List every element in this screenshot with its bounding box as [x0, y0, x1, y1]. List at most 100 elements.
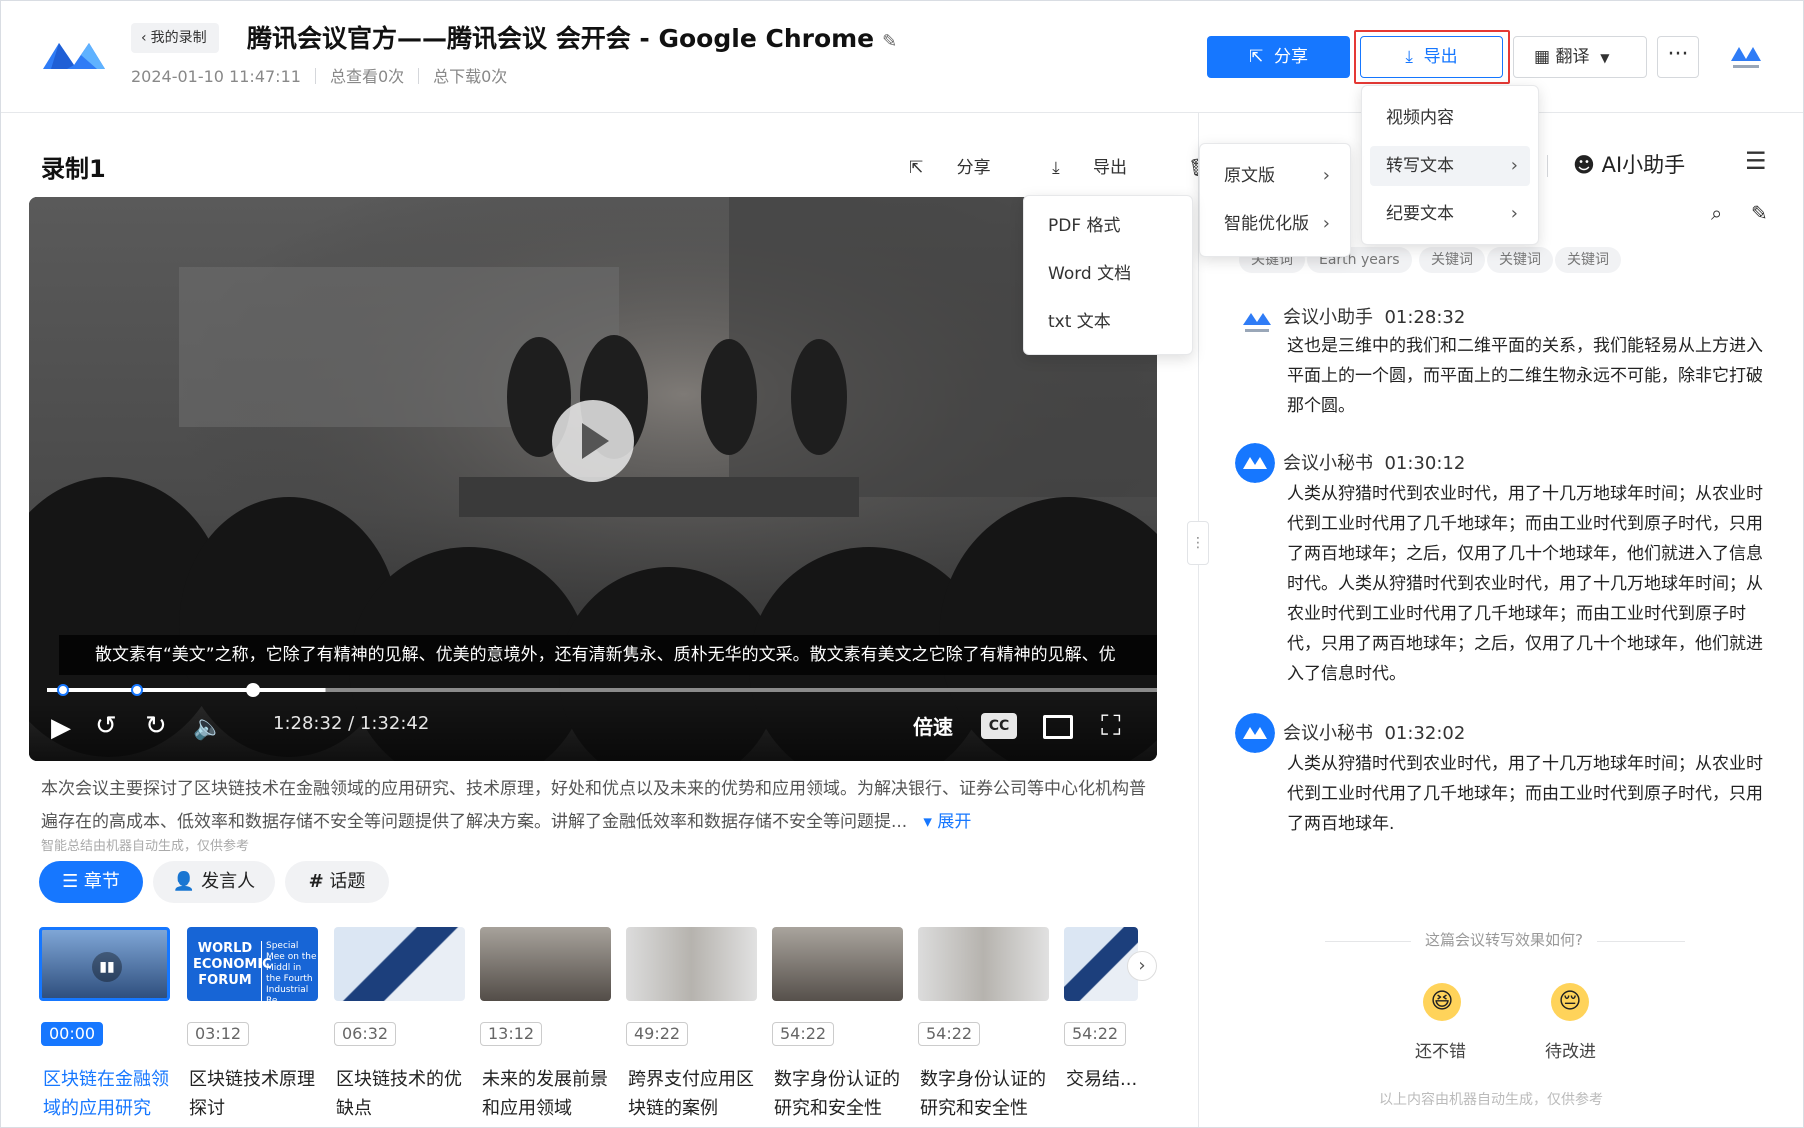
- share-text: 分享: [956, 158, 991, 178]
- chapter-thumb-2[interactable]: WORLD ECONOMIC FORUM Special Mee on the Mi…: [187, 927, 318, 1001]
- meta-divider: [314, 68, 316, 84]
- menu-item-optimized[interactable]: 智能优化版 ›: [1208, 204, 1342, 244]
- chapter-thumb-3[interactable]: [334, 927, 465, 1001]
- menu-item-label: txt 文本: [1048, 312, 1111, 332]
- keyword-tag[interactable]: 关键词: [1487, 247, 1553, 273]
- chapter-title[interactable]: 区块链在金融领域的应用研究: [43, 1065, 175, 1123]
- version-dropdown: 原文版 › 智能优化版 ›: [1199, 143, 1351, 257]
- chapter-thumb-1[interactable]: ▮▮: [39, 927, 170, 1001]
- chapter-title[interactable]: 数字身份认证的研究和安全性: [774, 1065, 906, 1123]
- wef-logo-text: WORLD ECONOMIC FORUM: [193, 941, 272, 988]
- keyword-tag[interactable]: 关键词: [1419, 247, 1485, 273]
- tencent-meeting-logo: [43, 43, 105, 69]
- back-label: 我的录制: [150, 30, 207, 46]
- menu-item-minutes[interactable]: 纪要文本 ›: [1370, 194, 1530, 234]
- menu-item-label: PDF 格式: [1048, 216, 1121, 236]
- menu-item-label: Word 文档: [1048, 264, 1132, 284]
- chapter-title[interactable]: 区块链技术原理探讨: [189, 1065, 321, 1123]
- share-button[interactable]: ⇱ 分享: [1207, 36, 1350, 78]
- panel-divider: [1198, 113, 1199, 1127]
- share-icon: ⇱: [909, 158, 924, 178]
- chapter-thumb-4[interactable]: [480, 927, 611, 1001]
- chevron-left-icon: ‹: [141, 30, 147, 46]
- keyword-tag[interactable]: 关键词: [1555, 247, 1621, 273]
- message-header: 会议小秘书 01:30:12: [1283, 449, 1465, 475]
- more-icon: ···: [1667, 42, 1689, 67]
- translate-label: 翻译: [1555, 47, 1590, 67]
- chapter-title[interactable]: 区块链技术的优缺点: [336, 1065, 468, 1123]
- back-to-recordings-button[interactable]: ‹ 我的录制: [131, 23, 219, 53]
- message-header: 会议小秘书 01:32:02: [1283, 719, 1465, 745]
- fullscreen-icon[interactable]: ⛶: [1101, 709, 1121, 743]
- brand-logo: [1731, 47, 1761, 68]
- menu-item-original[interactable]: 原文版 ›: [1208, 156, 1342, 196]
- expand-label: 展开: [937, 812, 972, 832]
- secretary-avatar: [1235, 443, 1275, 483]
- cc-button[interactable]: CC: [981, 713, 1017, 739]
- menu-item-txt[interactable]: txt 文本: [1032, 302, 1184, 342]
- download-icon: ⤓: [1052, 158, 1060, 178]
- speaker-name: 会议小秘书: [1283, 453, 1373, 474]
- recording-export-button[interactable]: ⤓ 导出: [1052, 158, 1155, 178]
- chapter-title[interactable]: 数字身份认证的研究和安全性: [920, 1065, 1052, 1123]
- volume-icon[interactable]: 🔈: [193, 713, 223, 741]
- menu-item-label: 纪要文本: [1386, 204, 1454, 224]
- summary-text: 本次会议主要探讨了区块链技术在金融领域的应用研究、技术原理，好处和优点以及未来的…: [41, 779, 1146, 832]
- download-count: 总下载0次: [433, 67, 508, 86]
- wef-side-text: Special Mee on the Middl in the Fourth I…: [261, 941, 317, 1001]
- meh-emoji-icon[interactable]: 😔: [1551, 983, 1589, 1021]
- video-player[interactable]: 散文素有“美文”之称，它除了有精神的见解、优美的意境外，还有清新隽永、质朴无华的…: [29, 197, 1157, 761]
- menu-item-video[interactable]: 视频内容: [1370, 98, 1530, 138]
- recording-share-button[interactable]: ⇱ 分享: [909, 158, 1019, 178]
- expand-summary-button[interactable]: ▾ 展开: [913, 812, 972, 832]
- message-text: 人类从狩猎时代到农业时代，用了十几万地球年时间；从农业时代到工业时代用了几千地球…: [1287, 754, 1763, 834]
- rewind-5-icon[interactable]: ↺: [95, 711, 117, 741]
- tab-topics[interactable]: # 话题: [285, 861, 389, 903]
- chapter-thumb-7[interactable]: [918, 927, 1049, 1001]
- pip-icon[interactable]: [1043, 715, 1073, 739]
- translate-button[interactable]: ▦ 翻译 ▼: [1513, 36, 1647, 78]
- outline-toggle-icon[interactable]: ☰: [1745, 147, 1767, 175]
- more-button[interactable]: ···: [1657, 36, 1699, 78]
- chevron-right-icon: ›: [1510, 203, 1518, 224]
- tab-topics-label: 话题: [329, 871, 366, 892]
- resize-handle[interactable]: ⋮: [1187, 521, 1209, 565]
- menu-item-pdf[interactable]: PDF 格式: [1032, 206, 1184, 246]
- ai-assistant-button[interactable]: ☻ AI小助手: [1573, 149, 1685, 179]
- message-text: 人类从狩猎时代到农业时代，用了十几万地球年时间；从农业时代到工业时代用了几千地球…: [1287, 484, 1763, 684]
- chapter-title[interactable]: 未来的发展前景和应用领域: [482, 1065, 614, 1123]
- chapter-thumb-6[interactable]: [772, 927, 903, 1001]
- speed-button[interactable]: 倍速: [913, 711, 953, 740]
- assistant-avatar: [1243, 313, 1271, 332]
- tab-speakers[interactable]: 👤 发言人: [153, 861, 275, 903]
- play-button[interactable]: ▶: [51, 713, 71, 743]
- menu-item-word[interactable]: Word 文档: [1032, 254, 1184, 294]
- progress-bar[interactable]: [47, 683, 1157, 697]
- chevron-right-icon: ›: [1322, 165, 1330, 186]
- menu-item-transcript[interactable]: 转写文本 ›: [1370, 146, 1530, 186]
- chapter-title[interactable]: 跨界支付应用区块链的案例: [628, 1065, 760, 1123]
- edit-icon[interactable]: ✎: [1751, 201, 1768, 225]
- recording-title: 录制1: [41, 155, 106, 183]
- title-text: 腾讯会议官方——腾讯会议 会开会 - Google Chrome: [247, 24, 875, 53]
- message-header: 会议小助手 01:28:32: [1283, 303, 1465, 329]
- chapter-title[interactable]: 交易结...: [1066, 1065, 1146, 1094]
- tab-chapters[interactable]: ☰ 章节: [39, 861, 143, 903]
- format-dropdown: PDF 格式 Word 文档 txt 文本: [1023, 195, 1193, 355]
- chapter-time: 54:22: [772, 1022, 835, 1046]
- search-icon[interactable]: ⌕: [1711, 201, 1722, 225]
- happy-emoji-icon[interactable]: 😆: [1423, 983, 1461, 1021]
- rating-good-label[interactable]: 还不错: [1415, 1037, 1466, 1062]
- export-dropdown: 视频内容 转写文本 › 纪要文本 ›: [1361, 85, 1539, 245]
- message-text: 这也是三维中的我们和二维平面的关系，我们能轻易从上方进入平面上的一个圆，而平面上…: [1287, 336, 1763, 416]
- forward-5-icon[interactable]: ↻: [145, 711, 167, 741]
- chapter-thumb-5[interactable]: [626, 927, 757, 1001]
- hash-icon: #: [308, 871, 324, 892]
- tab-chapters-label: 章节: [83, 871, 120, 892]
- chapter-time: 49:22: [626, 1022, 689, 1046]
- chevron-right-icon[interactable]: ›: [1127, 951, 1157, 981]
- message-time: 01:28:32: [1384, 307, 1466, 328]
- edit-title-icon[interactable]: ✎: [882, 24, 897, 60]
- menu-item-label: 视频内容: [1386, 108, 1454, 128]
- rating-bad-label[interactable]: 待改进: [1545, 1037, 1596, 1062]
